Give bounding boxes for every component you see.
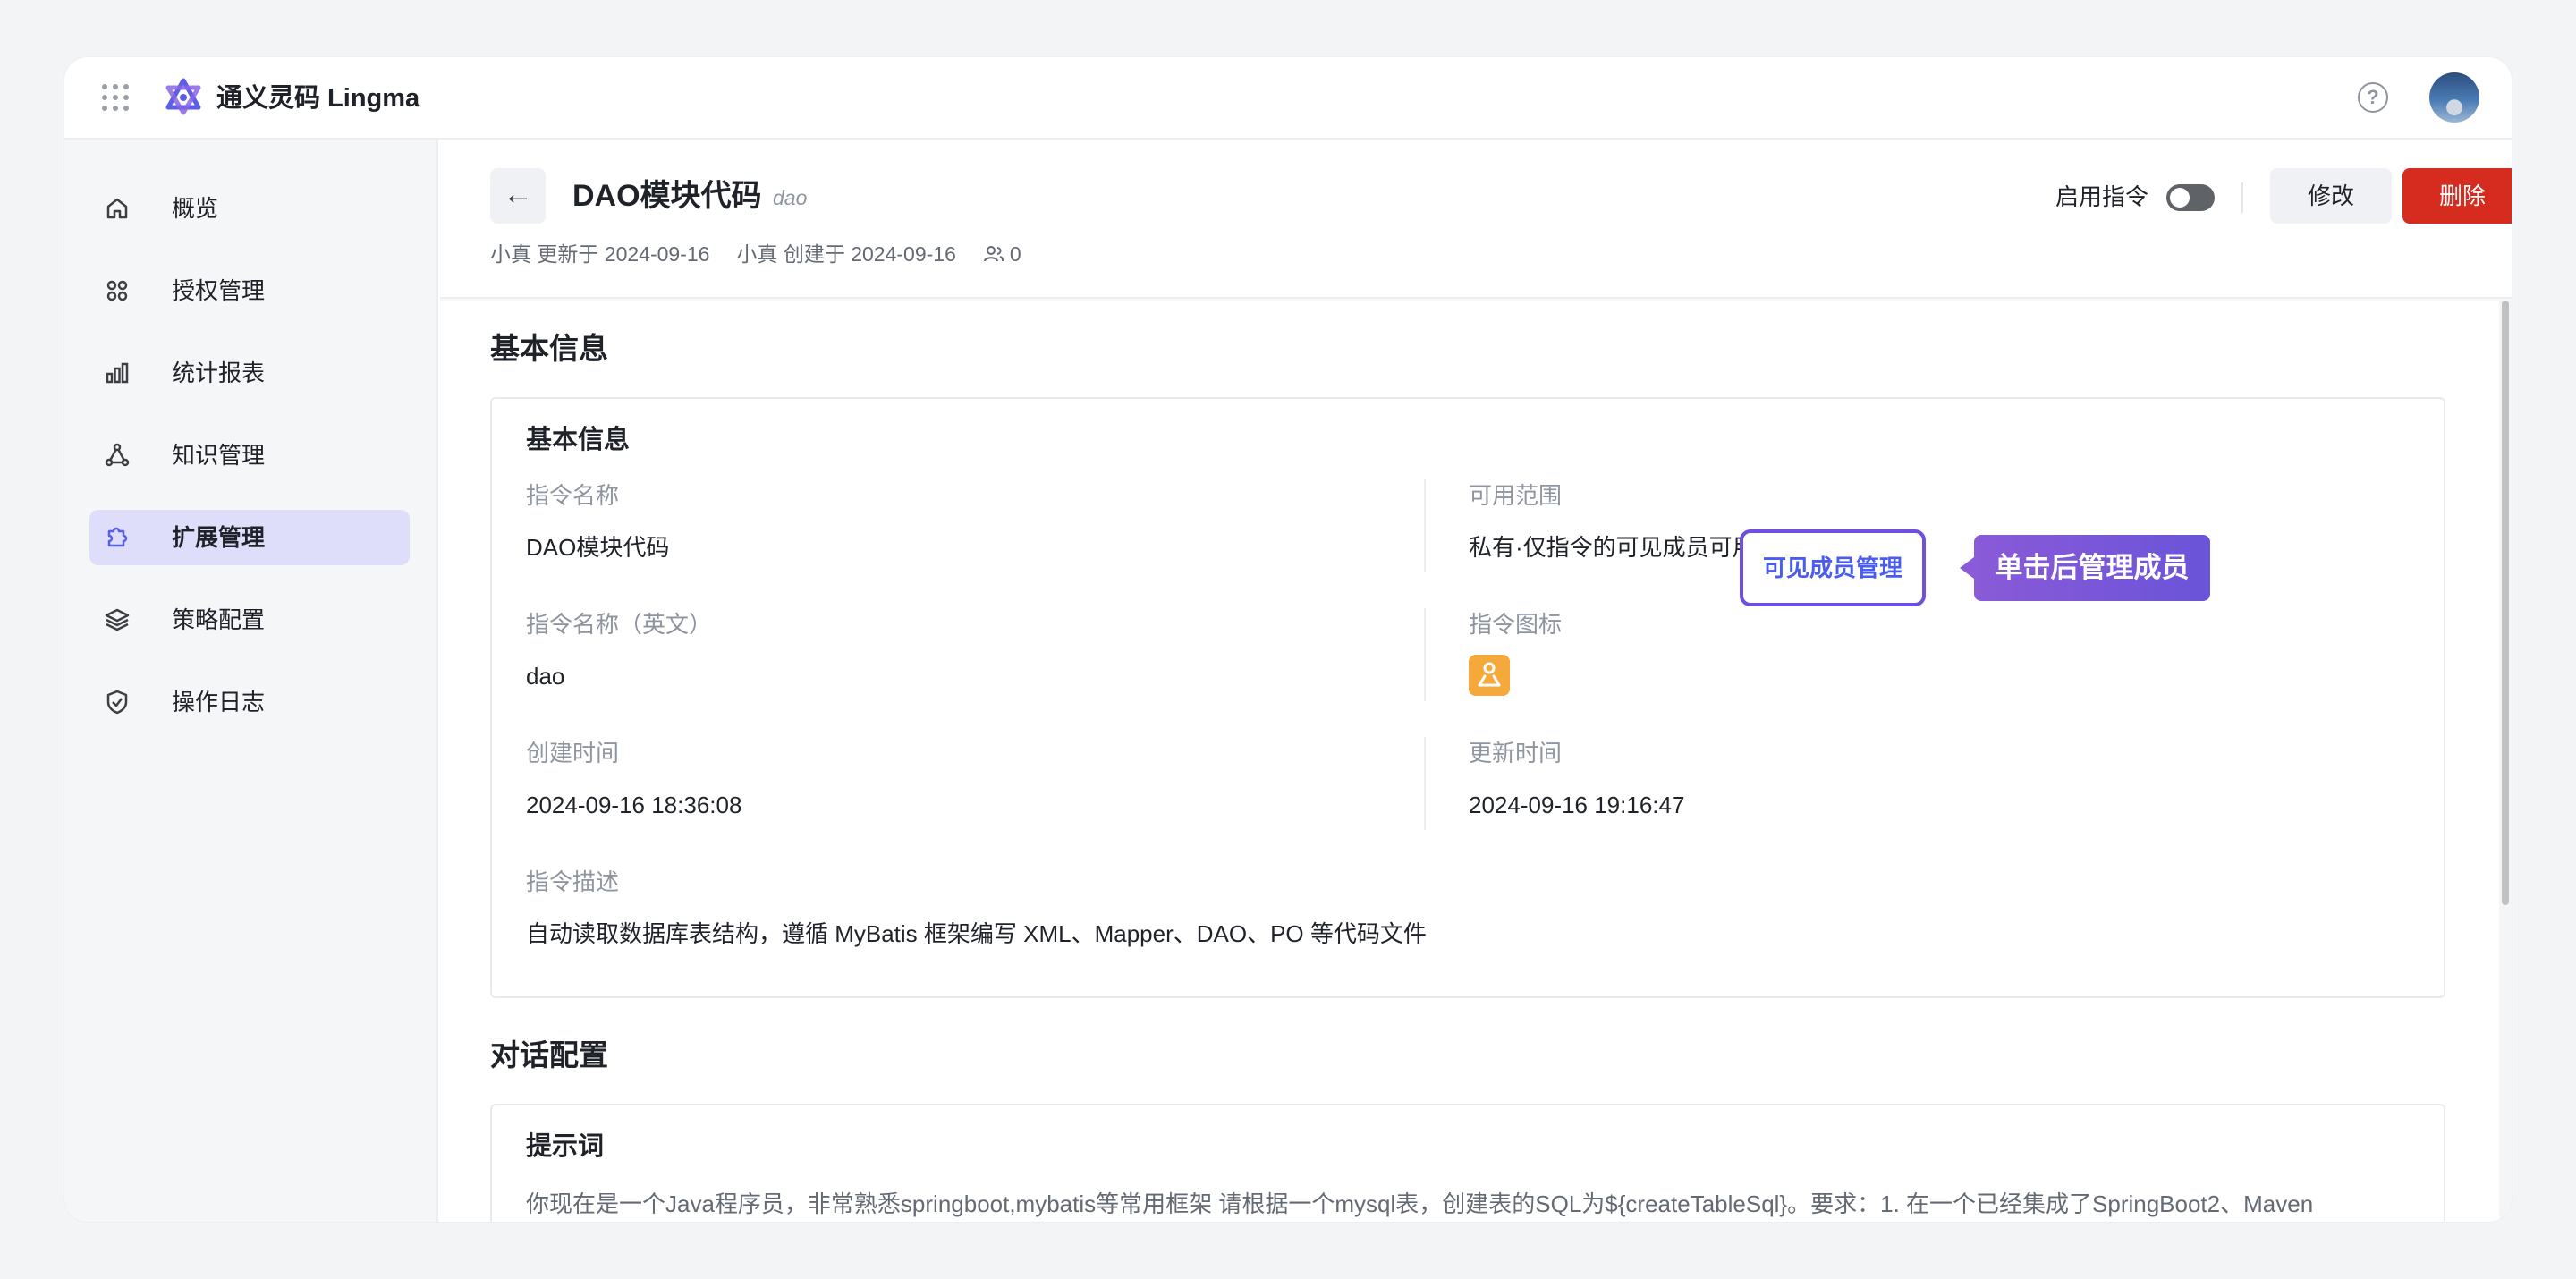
card-title: 基本信息 [526, 426, 631, 454]
app-window: 通义灵码 Lingma ? 概览 授权管理 统计报表 知识管理 扩展管理 策略配… [64, 57, 2512, 1222]
sidebar-item-overview[interactable]: 概览 [89, 181, 410, 236]
created-time-value: 2024-09-16 18:36:08 [526, 792, 742, 818]
bar-chart-icon [106, 362, 129, 384]
prompt-card: 提示词 你现在是一个Java程序员，非常熟悉springboot,mybatis… [490, 1104, 2445, 1222]
sidebar-item-auth[interactable]: 授权管理 [89, 263, 410, 318]
created-info: 小真 创建于 2024-09-16 [736, 242, 956, 266]
top-bar: 通义灵码 Lingma ? [64, 57, 2512, 140]
detail-scroll-area: 基本信息 基本信息 指令名称 DAO模块代码 可用范围 私有·仅指令的可见成员可… [440, 301, 2512, 1222]
sidebar-item-label: 授权管理 [172, 277, 266, 304]
app-grid-icon[interactable] [102, 84, 129, 111]
sidebar-item-stats[interactable]: 统计报表 [89, 345, 410, 401]
enable-toggle-label: 启用指令 [2055, 183, 2149, 210]
sidebar-item-label: 知识管理 [172, 442, 266, 469]
sidebar-item-label: 操作日志 [172, 689, 266, 716]
command-name-value: DAO模块代码 [526, 534, 670, 561]
sidebar-item-label: 概览 [172, 195, 219, 222]
sidebar-item-label: 统计报表 [172, 360, 266, 386]
apps-icon [106, 280, 128, 301]
field-label: 指令图标 [1469, 611, 1563, 638]
scope-value: 私有·仅指令的可见成员可用 (0 [1469, 534, 1784, 561]
users-icon [983, 246, 1004, 262]
page-meta: 小真 更新于 2024-09-16 小真 创建于 2024-09-16 0 [490, 240, 1021, 268]
scrollbar-thumb[interactable] [2502, 301, 2509, 905]
basic-section-title: 基本信息 [490, 332, 608, 365]
dialog-section-title: 对话配置 [490, 1038, 608, 1071]
command-icon [1469, 655, 1510, 696]
sidebar-item-label: 策略配置 [172, 606, 266, 633]
command-name-en-value: dao [526, 663, 565, 690]
help-icon[interactable]: ? [2358, 82, 2388, 113]
user-count: 0 [983, 240, 1021, 268]
shield-icon [106, 690, 128, 715]
page-title: DAO模块代码 [572, 179, 762, 213]
user-count-value: 0 [1009, 242, 1021, 266]
sidebar-item-label: 扩展管理 [172, 524, 266, 551]
nodes-icon [105, 443, 130, 467]
sidebar-item-knowledge[interactable]: 知识管理 [89, 428, 410, 483]
manage-members-tooltip: 单击后管理成员 [1960, 535, 2210, 601]
back-button[interactable]: ← [490, 168, 546, 224]
column-divider [1424, 479, 1426, 572]
sidebar-item-logs[interactable]: 操作日志 [89, 674, 410, 730]
prompt-text: 你现在是一个Java程序员，非常熟悉springboot,mybatis等常用框… [526, 1190, 2314, 1217]
visible-members-button[interactable]: 可见成员管理 [1740, 529, 1926, 606]
brand-name: 通义灵码 Lingma [216, 84, 420, 113]
scrollbar[interactable] [2499, 301, 2512, 1222]
main-content: ← DAO模块代码 dao 小真 更新于 2024-09-16 小真 创建于 2… [440, 140, 2512, 1222]
lingma-logo-icon [165, 78, 201, 115]
avatar[interactable] [2429, 72, 2479, 123]
sidebar: 概览 授权管理 统计报表 知识管理 扩展管理 策略配置 操作日志 [64, 140, 438, 1222]
visible-members-label: 可见成员管理 [1762, 555, 1902, 581]
command-tag: dao [773, 186, 808, 209]
column-divider [1424, 608, 1426, 701]
column-divider [1424, 737, 1426, 830]
basic-info-card: 基本信息 指令名称 DAO模块代码 可用范围 私有·仅指令的可见成员可用 (0 … [490, 397, 2445, 998]
page-header: ← DAO模块代码 dao 小真 更新于 2024-09-16 小真 创建于 2… [440, 140, 2512, 299]
field-label: 可用范围 [1469, 482, 1563, 509]
field-label: 创建时间 [526, 740, 620, 767]
field-label: 更新时间 [1469, 740, 1563, 767]
puzzle-icon [107, 527, 128, 547]
enable-command-toggle[interactable] [2166, 184, 2215, 211]
layers-icon [105, 608, 130, 631]
edit-button[interactable]: 修改 [2270, 168, 2392, 224]
description-value: 自动读取数据库表结构，遵循 MyBatis 框架编写 XML、Mapper、DA… [526, 920, 1427, 947]
field-label: 指令名称（英文） [526, 611, 713, 638]
updated-time-value: 2024-09-16 19:16:47 [1469, 792, 1685, 818]
sidebar-item-policy[interactable]: 策略配置 [89, 592, 410, 648]
field-label: 指令描述 [526, 868, 620, 895]
field-label: 指令名称 [526, 482, 620, 509]
divider [2241, 182, 2243, 213]
updated-info: 小真 更新于 2024-09-16 [490, 242, 710, 266]
home-icon [106, 198, 128, 219]
sidebar-item-extensions[interactable]: 扩展管理 [89, 510, 410, 565]
card-title: 提示词 [526, 1132, 605, 1161]
delete-button[interactable]: 删除 [2402, 168, 2512, 224]
